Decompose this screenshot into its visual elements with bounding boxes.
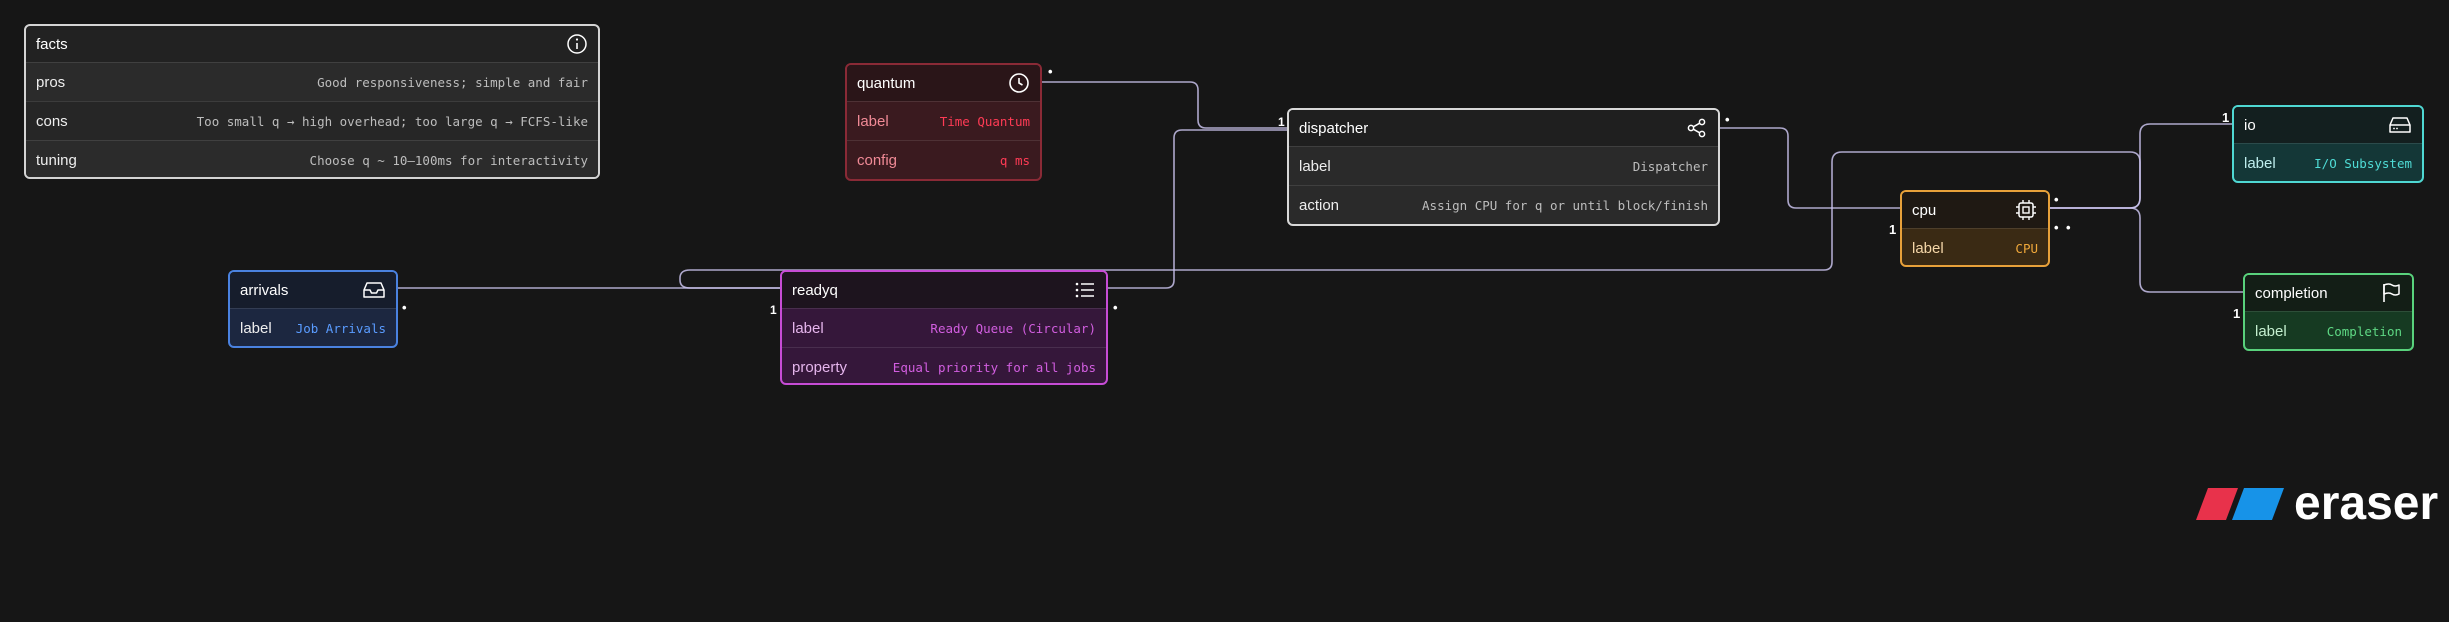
field-key: label [792,319,824,337]
hard-drive-icon [2388,116,2412,134]
edge-readyq-dispatcher[interactable] [1108,129,1287,289]
dispatcher-title: dispatcher [1299,119,1369,137]
field-value: Assign CPU for q or until block/finish [1422,197,1708,213]
cardinality-io: 1 [2222,110,2229,125]
field-value: Ready Queue (Circular) [930,320,1096,336]
facts-header: facts [26,26,598,62]
cardinality-dispatcher-out: • [1725,112,1730,127]
field-value: Too small q → high overhead; too large q… [196,113,588,129]
field-key: label [2244,154,2276,172]
io-row-label: label I/O Subsystem [2234,143,2422,181]
cardinality-completion: 1 [2233,306,2240,321]
field-value: Good responsiveness; simple and fair [317,74,588,90]
completion-entity[interactable]: completion label Completion [2243,273,2414,351]
completion-title: completion [2255,284,2328,302]
field-value: Job Arrivals [295,320,386,336]
field-value: I/O Subsystem [2314,155,2412,171]
cpu-title: cpu [1912,201,1937,219]
io-header: io [2234,107,2422,143]
chip-icon [2014,198,2038,222]
facts-row-tuning: tuning Choose q ~ 10–100ms for interacti… [26,140,598,177]
completion-row-label: label Completion [2245,311,2412,349]
cardinality-cpu-out-2: • [2054,220,2059,235]
cpu-entity[interactable]: cpu label CPU [1900,190,2050,267]
readyq-entity[interactable]: readyq label Ready Queue (Circular) prop… [780,270,1108,385]
facts-title: facts [36,35,68,53]
cardinality-quantum: • [1048,64,1053,79]
dispatcher-entity[interactable]: dispatcher label Dispatcher action Assig… [1287,108,1720,226]
field-key: property [792,358,848,376]
cardinality-cpu-out-3: • [2066,220,2071,235]
flag-icon [2380,282,2402,304]
eraser-logo: eraser [2196,476,2438,531]
field-key: label [240,319,272,337]
arrivals-header: arrivals [230,272,396,308]
field-value: Time Quantum [939,113,1030,129]
eraser-wordmark: eraser [2294,477,2439,530]
readyq-title: readyq [792,281,838,299]
field-key: tuning [36,151,77,169]
readyq-header: readyq [782,272,1106,308]
cpu-row-label: label CPU [1902,228,2048,265]
field-value: q ms [999,152,1030,168]
completion-header: completion [2245,275,2412,311]
field-value: Equal priority for all jobs [892,359,1096,375]
io-title: io [2244,116,2256,134]
dispatcher-row-label: label Dispatcher [1289,146,1718,185]
clock-icon [1008,72,1030,94]
edge-quantum-dispatcher[interactable] [1042,81,1287,129]
share-icon [1686,117,1708,139]
field-value: Choose q ~ 10–100ms for interactivity [309,152,588,168]
arrivals-row-label: label Job Arrivals [230,308,396,346]
cardinality-cpu-out-1: • [2054,192,2059,207]
field-key: label [1912,239,1944,257]
quantum-row-label: label Time Quantum [847,101,1040,140]
arrivals-entity[interactable]: arrivals label Job Arrivals [228,270,398,348]
field-key: action [1299,196,1340,214]
info-icon [566,33,588,55]
cardinality-readyq-out: • [1113,300,1118,315]
field-key: label [857,112,889,130]
inbox-icon [362,280,386,300]
quantum-header: quantum [847,65,1040,101]
readyq-row-label: label Ready Queue (Circular) [782,308,1106,347]
quantum-title: quantum [857,74,916,92]
field-key: config [857,151,898,169]
eraser-logo-mark [2196,487,2284,520]
quantum-entity[interactable]: quantum label Time Quantum config q ms [845,63,1042,181]
field-value: Dispatcher [1632,158,1708,174]
field-key: cons [36,112,68,130]
field-key: pros [36,73,66,91]
edge-cpu-io[interactable] [2050,123,2232,209]
cardinality-cpu-in: 1 [1889,222,1896,237]
io-entity[interactable]: io label I/O Subsystem [2232,105,2424,183]
edge-dispatcher-cpu[interactable] [1720,127,1900,209]
readyq-row-property: property Equal priority for all jobs [782,347,1106,383]
field-key: label [1299,157,1331,175]
facts-row-pros: pros Good responsiveness; simple and fai… [26,62,598,101]
cpu-header: cpu [1902,192,2048,228]
dispatcher-row-action: action Assign CPU for q or until block/f… [1289,185,1718,224]
cardinality-arrivals: • [402,300,407,315]
field-value: Completion [2326,323,2402,339]
quantum-row-config: config q ms [847,140,1040,179]
list-icon [1074,281,1096,299]
arrivals-title: arrivals [240,281,289,299]
dispatcher-header: dispatcher [1289,110,1718,146]
field-value: CPU [2015,240,2038,256]
facts-row-cons: cons Too small q → high overhead; too la… [26,101,598,140]
edge-cpu-completion[interactable] [2050,207,2243,293]
field-key: label [2255,322,2287,340]
facts-entity[interactable]: facts pros Good responsiveness; simple a… [24,24,600,179]
